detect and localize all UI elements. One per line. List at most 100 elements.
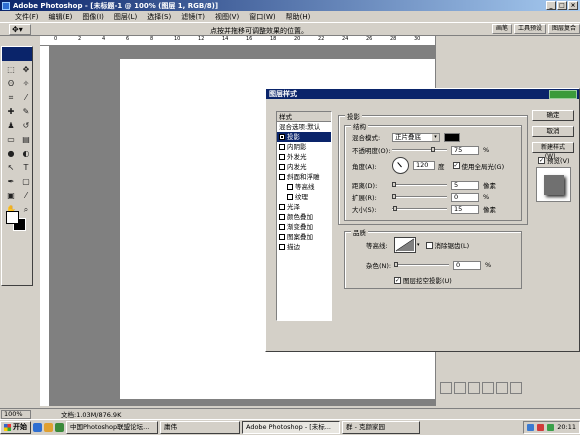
noise-input[interactable]: 0 bbox=[453, 260, 481, 270]
antialias-checkbox[interactable] bbox=[425, 241, 433, 249]
brush-tool-icon[interactable]: ✎ bbox=[19, 105, 33, 118]
move-tool-icon[interactable]: ✥ bbox=[19, 63, 33, 76]
style-list-item[interactable]: 混合选项:默认 bbox=[277, 122, 331, 132]
opacity-slider[interactable] bbox=[392, 147, 447, 152]
lasso-tool-icon[interactable]: ʘ bbox=[4, 77, 18, 90]
maximize-button[interactable]: □ bbox=[557, 1, 567, 10]
style-checkbox[interactable] bbox=[279, 234, 285, 240]
messenger-icon[interactable] bbox=[547, 424, 555, 431]
shape-tool-icon[interactable]: ▢ bbox=[19, 175, 33, 188]
style-checkbox[interactable] bbox=[279, 214, 285, 220]
menu-select[interactable]: 选择(S) bbox=[146, 12, 172, 22]
spread-slider-thumb[interactable] bbox=[392, 194, 396, 199]
trash-icon[interactable] bbox=[510, 382, 522, 394]
folder-icon[interactable] bbox=[468, 382, 480, 394]
spread-input[interactable]: 0 bbox=[451, 192, 479, 202]
palette-tab-brushes[interactable]: 画笔 bbox=[491, 24, 512, 34]
menu-layer[interactable]: 图层(L) bbox=[113, 12, 138, 22]
pen-tool-icon[interactable]: ✒ bbox=[4, 175, 18, 188]
antivirus-icon[interactable] bbox=[537, 424, 545, 431]
ok-button[interactable]: 确定 bbox=[532, 110, 574, 121]
global-light-checkbox[interactable]: ✓ bbox=[452, 162, 460, 169]
style-list-item[interactable]: 外发光 bbox=[277, 152, 331, 162]
cancel-button[interactable]: 取消 bbox=[532, 126, 574, 137]
style-checkbox[interactable] bbox=[279, 224, 285, 230]
dialog-close-button[interactable] bbox=[549, 90, 577, 99]
menu-view[interactable]: 视图(V) bbox=[214, 12, 240, 22]
network-icon[interactable] bbox=[527, 424, 535, 431]
style-list-item[interactable]: 光泽 bbox=[277, 202, 331, 212]
size-input[interactable]: 15 bbox=[451, 204, 479, 214]
desktop-icon[interactable] bbox=[55, 423, 64, 432]
taskbar-item-folder[interactable]: 庸伟 bbox=[160, 421, 240, 434]
slice-tool-icon[interactable]: ⁄ bbox=[19, 91, 33, 104]
menu-file[interactable]: 文件(F) bbox=[14, 12, 40, 22]
noise-slider-thumb[interactable] bbox=[394, 262, 398, 267]
clone-stamp-tool-icon[interactable]: ♟ bbox=[4, 119, 18, 132]
distance-input[interactable]: 5 bbox=[451, 180, 479, 190]
crop-tool-icon[interactable]: ⌗ bbox=[4, 91, 18, 104]
distance-slider-thumb[interactable] bbox=[392, 182, 396, 187]
style-checkbox[interactable] bbox=[287, 194, 293, 200]
style-checkbox[interactable] bbox=[279, 134, 285, 140]
palette-tab-tool-presets[interactable]: 工具预设 bbox=[513, 24, 546, 34]
style-list-item[interactable]: 等高线 bbox=[277, 182, 331, 192]
size-slider[interactable] bbox=[392, 206, 447, 211]
layer-style-icon[interactable] bbox=[440, 382, 452, 394]
mask-icon[interactable] bbox=[454, 382, 466, 394]
start-button[interactable]: 开始 bbox=[0, 421, 31, 434]
taskbar-item-forum[interactable]: 中国Photoshop联盟论坛... bbox=[66, 421, 158, 434]
notes-tool-icon[interactable]: ▣ bbox=[4, 189, 18, 202]
taskbar-item-photoshop[interactable]: Adobe Photoshop - [未标... bbox=[242, 421, 340, 434]
style-checkbox[interactable] bbox=[279, 154, 285, 160]
style-list-item[interactable]: 图案叠加 bbox=[277, 232, 331, 242]
chevron-down-icon[interactable]: ▾ bbox=[417, 242, 420, 248]
new-layer-icon[interactable] bbox=[496, 382, 508, 394]
style-list-item[interactable]: 颜色叠加 bbox=[277, 212, 331, 222]
menu-edit[interactable]: 编辑(E) bbox=[48, 12, 74, 22]
new-style-button[interactable]: 新建样式(W)... bbox=[532, 142, 574, 160]
style-checkbox[interactable] bbox=[279, 204, 285, 210]
blend-mode-select[interactable]: 正片叠底 ▾ bbox=[392, 132, 440, 142]
style-list-item[interactable]: 描边 bbox=[277, 242, 331, 252]
angle-input[interactable]: 120 bbox=[413, 161, 435, 170]
style-checkbox[interactable] bbox=[279, 244, 285, 250]
zoom-field[interactable]: 100% bbox=[1, 409, 31, 419]
style-list-item[interactable]: 投影 bbox=[277, 132, 331, 142]
angle-wheel[interactable] bbox=[392, 157, 409, 174]
preview-checkbox[interactable]: ✓ bbox=[538, 156, 545, 164]
ie-icon[interactable] bbox=[33, 423, 42, 432]
magic-wand-tool-icon[interactable]: ✧ bbox=[19, 77, 33, 90]
contour-picker[interactable] bbox=[394, 237, 416, 253]
style-list-item[interactable]: 斜面和浮雕 bbox=[277, 172, 331, 182]
spread-slider[interactable] bbox=[392, 194, 447, 199]
shadow-color-swatch[interactable] bbox=[444, 132, 460, 142]
knockout-checkbox[interactable]: ✓ bbox=[394, 276, 401, 284]
foreground-color-swatch[interactable] bbox=[6, 211, 19, 224]
menu-filter[interactable]: 滤镜(T) bbox=[180, 12, 206, 22]
eraser-tool-icon[interactable]: ▭ bbox=[4, 133, 18, 146]
dodge-tool-icon[interactable]: ◐ bbox=[19, 147, 33, 160]
healing-brush-tool-icon[interactable]: ✚ bbox=[4, 105, 18, 118]
adjustment-icon[interactable] bbox=[482, 382, 494, 394]
menu-help[interactable]: 帮助(H) bbox=[285, 12, 312, 22]
size-slider-thumb[interactable] bbox=[393, 206, 398, 211]
close-button[interactable]: × bbox=[568, 1, 578, 10]
opacity-slider-thumb[interactable] bbox=[431, 147, 436, 152]
palette-tab-layer-comps[interactable]: 图层复合 bbox=[547, 24, 580, 34]
folder-icon[interactable] bbox=[44, 423, 53, 432]
style-checkbox[interactable] bbox=[279, 144, 285, 150]
gradient-tool-icon[interactable]: ▤ bbox=[19, 133, 33, 146]
taskbar-item-group[interactable]: 群 - 克颜家园 bbox=[342, 421, 420, 434]
path-selection-tool-icon[interactable]: ↖ bbox=[4, 161, 18, 174]
minimize-button[interactable]: _ bbox=[546, 1, 556, 10]
style-list-item[interactable]: 内阴影 bbox=[277, 142, 331, 152]
type-tool-icon[interactable]: T bbox=[19, 161, 33, 174]
eyedropper-tool-icon[interactable]: ⁄ bbox=[19, 189, 33, 202]
marquee-tool-icon[interactable]: ⬚ bbox=[4, 63, 18, 76]
style-list-item[interactable]: 内发光 bbox=[277, 162, 331, 172]
noise-slider[interactable] bbox=[394, 262, 449, 267]
distance-slider[interactable] bbox=[392, 182, 447, 187]
menu-image[interactable]: 图像(I) bbox=[81, 12, 105, 22]
style-list-item[interactable]: 纹理 bbox=[277, 192, 331, 202]
